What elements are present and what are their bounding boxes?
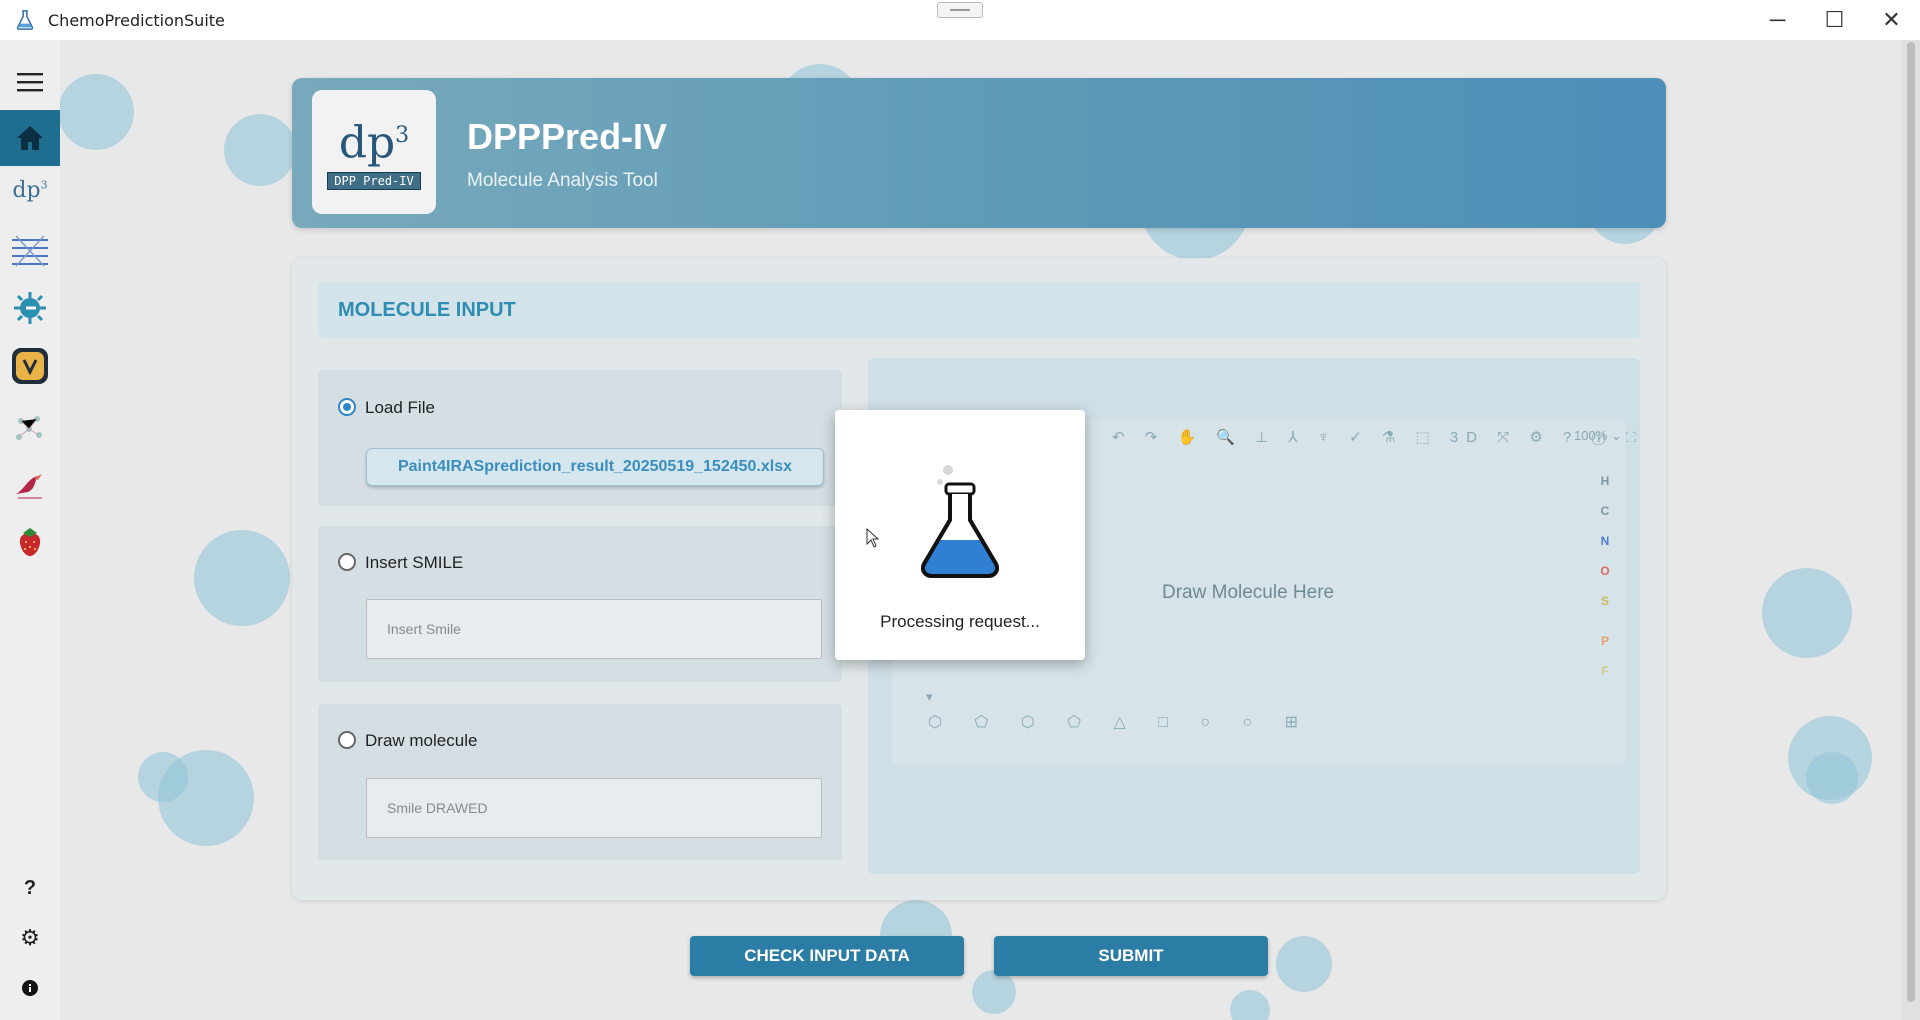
section-header: MOLECULE INPUT <box>318 282 1640 338</box>
processing-message: Processing request... <box>880 612 1040 631</box>
canvas-hint: Draw Molecule Here <box>1162 582 1335 603</box>
load-file-label[interactable]: Load File <box>365 398 435 418</box>
sidebar-item-network[interactable] <box>0 400 60 456</box>
sidebar-item-shield[interactable] <box>0 338 60 394</box>
shield-app-icon <box>12 348 48 384</box>
menu-button[interactable] <box>0 54 60 110</box>
sidebar-item-dpp3[interactable]: dp3 <box>0 162 60 218</box>
atom-c-button[interactable]: C <box>1598 496 1612 526</box>
help-button[interactable]: ? <box>0 860 60 916</box>
atom-n-button[interactable]: N <box>1598 526 1612 556</box>
submit-button[interactable]: SUBMIT <box>994 936 1268 976</box>
sidebar-item-bird[interactable] <box>0 458 60 514</box>
load-file-panel: Load File Paint4IRASprediction_result_20… <box>318 370 842 506</box>
dpp3-logo-icon: dp3 <box>12 177 48 203</box>
editor-toolbar[interactable]: ↶ ↷ ✋ 🔍 ⊥ ⅄ ♆ ✓ ⚗ ⬚ 3D ⤧ ⚙ ? ⓘ ⛶ <box>1112 428 1644 446</box>
gear-icon: ⚙ <box>20 925 40 950</box>
logo-mark: dp3 <box>338 117 410 169</box>
selected-file-button[interactable]: Paint4IRASprediction_result_20250519_152… <box>366 448 824 486</box>
background-bubble <box>224 114 296 186</box>
check-input-button[interactable]: CHECK INPUT DATA <box>690 936 964 976</box>
page-subtitle: Molecule Analysis Tool <box>467 170 658 191</box>
window-title: ChemoPredictionSuite <box>48 10 225 30</box>
logo-text: DPP Pred-IV <box>327 171 421 190</box>
atom-p-button[interactable]: P <box>1598 626 1612 656</box>
draw-molecule-radio[interactable] <box>338 731 356 749</box>
mouse-cursor-icon <box>866 528 880 548</box>
settings-button[interactable]: ⚙ <box>0 910 60 966</box>
app-header-banner: dp3 DPP Pred-IV DPPPred-IV Molecule Anal… <box>292 78 1666 228</box>
atom-h-button[interactable]: H <box>1598 466 1612 496</box>
maximize-button[interactable]: ☐ <box>1806 0 1863 40</box>
app-logo: dp3 DPP Pred-IV <box>312 90 436 214</box>
sidebar-item-home[interactable] <box>0 110 60 166</box>
strawberry-app-icon <box>19 528 41 556</box>
background-bubble <box>138 752 188 802</box>
minimize-button[interactable]: ─ <box>1749 0 1806 40</box>
vertical-scrollbar[interactable] <box>1902 40 1920 1020</box>
smile-input[interactable]: Insert Smile <box>366 599 822 659</box>
draw-molecule-label[interactable]: Draw molecule <box>365 731 477 751</box>
virus-app-icon <box>14 292 46 324</box>
layers-app-icon <box>12 235 48 267</box>
smile-drawn-placeholder: Smile DRAWED <box>387 800 488 816</box>
atom-palette: H C N O S P F <box>1598 466 1612 686</box>
info-icon <box>22 980 38 996</box>
background-bubble <box>194 530 290 626</box>
window-titlebar: ChemoPredictionSuite ─ ☐ ✕ <box>0 0 1920 41</box>
sidebar-item-layers[interactable] <box>0 222 60 278</box>
insert-smile-panel: Insert SMILE Insert Smile <box>318 526 842 682</box>
window-drag-handle[interactable] <box>937 2 983 18</box>
close-button[interactable]: ✕ <box>1863 0 1920 40</box>
atom-o-button[interactable]: O <box>1598 556 1612 586</box>
page-title: DPPPred-IV <box>467 116 668 157</box>
background-bubble <box>1276 936 1332 992</box>
shape-templates-bar[interactable]: ⬡ ⬠ ⬡ ⬠ △ □ ○ ○ ⊞ <box>928 712 1312 732</box>
background-bubble <box>1806 752 1858 804</box>
help-icon: ? <box>23 876 37 899</box>
sidebar-item-virus[interactable] <box>0 280 60 336</box>
bird-app-icon <box>16 474 42 499</box>
insert-smile-radio[interactable] <box>338 553 356 571</box>
background-bubble <box>972 970 1016 1014</box>
atom-s-button[interactable]: S <box>1598 586 1612 616</box>
draw-molecule-panel: Draw molecule Smile DRAWED <box>318 704 842 860</box>
network-app-icon <box>16 416 42 440</box>
home-icon <box>17 126 43 150</box>
sidebar-item-strawberry[interactable] <box>0 514 60 570</box>
background-bubble <box>1762 568 1852 658</box>
smile-drawn-field[interactable]: Smile DRAWED <box>366 778 822 838</box>
insert-smile-label[interactable]: Insert SMILE <box>365 553 463 573</box>
info-button[interactable] <box>0 960 60 1016</box>
zoom-select[interactable]: 100% ⌄ <box>1574 428 1622 444</box>
hamburger-menu-icon <box>17 73 43 92</box>
atom-f-button[interactable]: F <box>1598 656 1612 686</box>
flask-app-icon <box>16 10 34 30</box>
smile-input-placeholder: Insert Smile <box>387 621 461 637</box>
scrollbar-thumb[interactable] <box>1907 42 1915 1002</box>
load-file-radio[interactable] <box>338 398 356 416</box>
sidebar: dp3 ? ⚙ <box>0 40 60 1020</box>
section-title: MOLECULE INPUT <box>338 299 516 321</box>
background-bubble <box>58 74 134 150</box>
flask-icon <box>921 465 999 578</box>
background-bubble <box>1230 990 1270 1020</box>
chevron-down-icon: ⌄ <box>1610 428 1622 443</box>
